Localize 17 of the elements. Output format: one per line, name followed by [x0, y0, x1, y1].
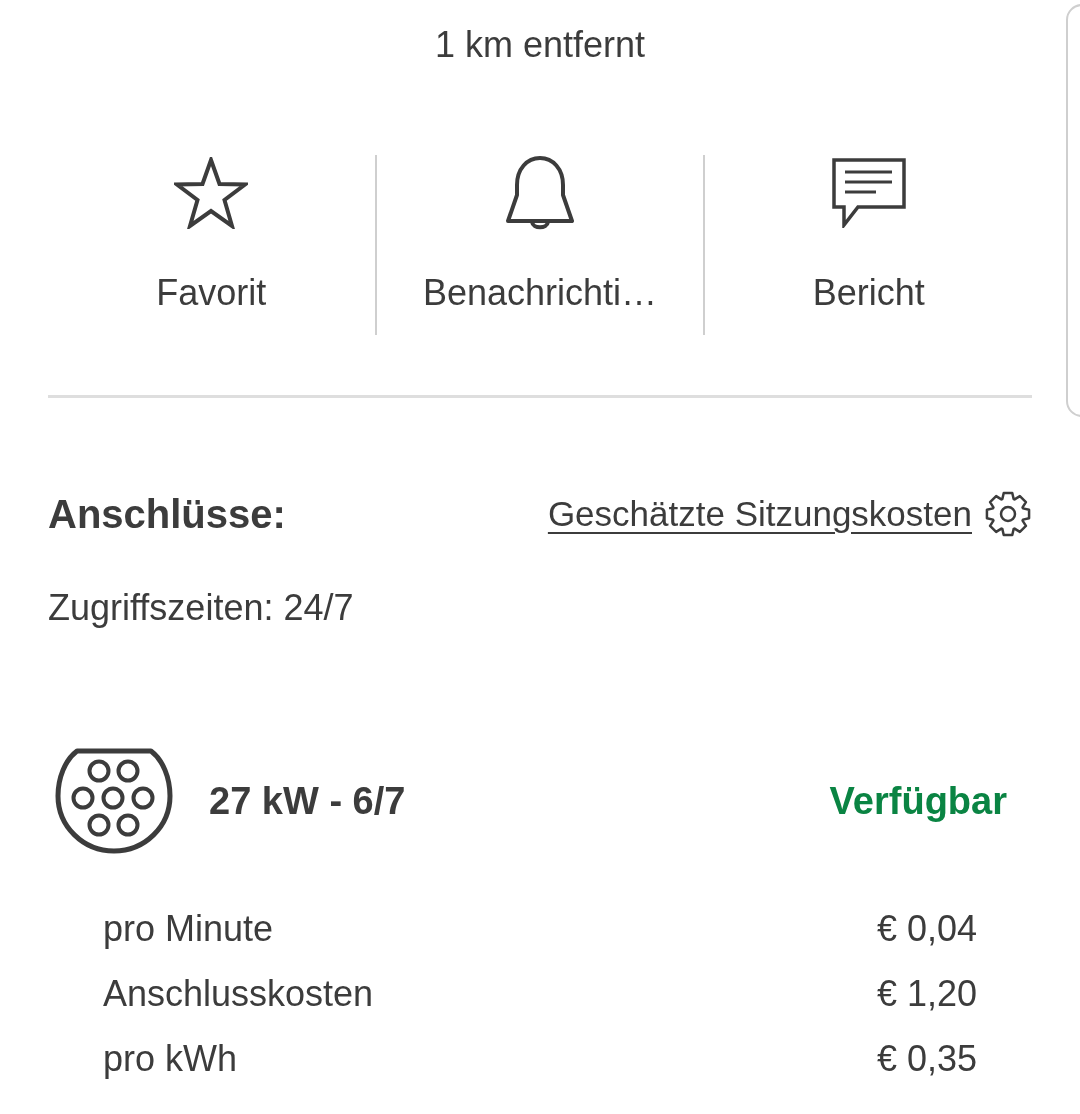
star-icon: [174, 157, 249, 229]
access-hours-text: Zugriffszeiten: 24/7: [48, 587, 354, 628]
session-cost-link[interactable]: Geschätzte Sitzungskosten: [547, 492, 972, 536]
price-label: pro kWh: [103, 1036, 238, 1081]
price-value: € 0,04: [876, 906, 977, 951]
price-label: pro Minute: [103, 906, 274, 951]
settings-icon[interactable]: [984, 490, 1032, 538]
price-value: € 1,20: [876, 971, 977, 1016]
bell-icon: [504, 155, 576, 231]
price-label: Anschlusskosten: [103, 971, 374, 1016]
section-title: Anschlüsse:: [48, 491, 286, 538]
status-text: Verfügbar: [829, 779, 1007, 824]
connector-power-text: 27 kW - 6/7: [209, 779, 406, 824]
comment-icon: [831, 158, 906, 228]
plug-socket-icon: [55, 748, 173, 854]
distance-text: 1 km entfernt: [434, 23, 646, 67]
price-value: € 0,35: [876, 1036, 977, 1081]
